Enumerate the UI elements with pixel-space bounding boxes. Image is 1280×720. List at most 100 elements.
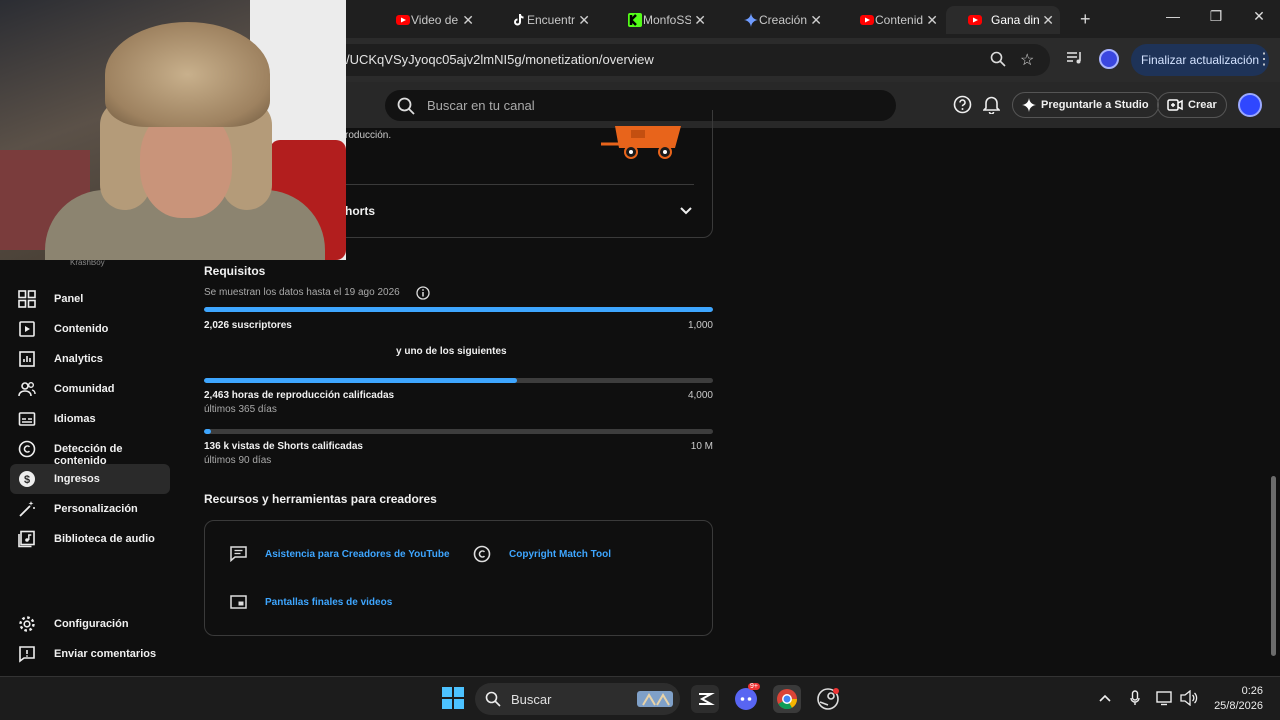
subscribers-progress-fill [204,307,713,312]
sidebar-item-analytics[interactable]: Analytics [10,344,170,374]
taskbar-search[interactable]: Buscar [475,683,680,715]
sidebar-item-earn[interactable]: $ Ingresos [10,464,170,494]
search-icon [485,691,501,707]
discord-badge: 9+ [748,683,760,690]
one-of-following: y uno de los siguientes [396,346,507,357]
microphone-icon[interactable] [1130,690,1140,706]
taskbar-app-steam-icon[interactable] [814,685,842,713]
network-icon[interactable] [1156,690,1174,706]
window-close-icon[interactable]: ✕ [1249,8,1269,25]
svg-text:$: $ [24,474,30,486]
browser-tab[interactable]: Contenido ✕ [830,6,944,34]
shorts-expander-label[interactable]: horts [345,204,375,218]
end-screens-link[interactable]: Pantallas finales de videos [265,597,392,608]
restore-icon[interactable]: ❐ [1206,8,1226,25]
volume-icon[interactable] [1180,690,1198,706]
gear-icon [19,616,35,632]
ask-studio-button[interactable]: Preguntarle a Studio [1012,92,1159,118]
sidebar-item-community[interactable]: Comunidad [10,374,170,404]
sidebar-item-panel[interactable]: Panel [10,284,170,314]
end-screen-icon [230,595,247,609]
shorts-views-goal: 10 M [690,441,713,452]
subscribers-goal: 1,000 [687,320,713,331]
analytics-icon [19,351,35,367]
page-scrollbar[interactable] [1271,476,1276,656]
media-controls-icon[interactable] [1066,50,1084,66]
windows-start-icon[interactable] [442,687,464,709]
create-button[interactable]: Crear [1157,92,1227,118]
sidebar-item-audio-library[interactable]: Biblioteca de audio [10,524,170,554]
notifications-bell-icon[interactable] [983,95,1000,114]
feedback-icon [19,646,35,663]
sidebar-item-feedback[interactable]: Enviar comentarios [10,639,170,669]
dashboard-icon [18,290,36,308]
dollar-icon: $ [19,471,35,487]
browser-tab[interactable]: Video de ✕ [366,6,480,34]
close-icon[interactable]: ✕ [810,12,822,29]
minimize-icon[interactable]: — [1163,8,1183,24]
clock-date[interactable]: 25/8/2026 [1203,700,1263,712]
search-highlight-icon [637,691,673,707]
subscribers-progress-bar [204,307,713,312]
browser-tab[interactable]: MonfoSSE ✕ [598,6,712,34]
kick-icon [628,13,642,27]
chevron-down-icon[interactable] [679,206,693,216]
clock-time[interactable]: 0:26 [1203,685,1263,697]
info-icon[interactable] [416,286,430,300]
watch-hours-goal: 4,000 [687,390,713,401]
sidebar-item-content-detection[interactable]: Detección de contenido [10,434,170,467]
sidebar-item-customization[interactable]: Personalización [10,494,170,524]
new-tab-button[interactable]: + [1080,9,1091,30]
channel-avatar[interactable] [1238,93,1262,117]
shorts-views-count: 136 k vistas de Shorts calificadas [204,441,363,452]
youtube-icon [968,15,982,25]
subscribers-count: 2,026 suscriptores [204,320,292,331]
copyright-icon [18,440,36,458]
magic-wand-icon [19,501,35,517]
shorts-views-progress-fill [204,429,211,434]
copyright-match-tool-link[interactable]: Copyright Match Tool [509,549,611,560]
watch-hours-progress-fill [204,378,518,383]
address-bar[interactable]: /UCKqVSyJyoqc05ajv2lmNI5g/monetization/o… [300,44,1050,76]
community-icon [18,382,36,397]
tray-chevron-up-icon[interactable] [1099,693,1111,703]
creator-support-link[interactable]: Asistencia para Creadores de YouTube [265,549,450,560]
tiktok-icon [514,13,524,26]
browser-tab-active[interactable]: Gana dine ✕ [946,6,1060,34]
taskbar-app-discord-icon[interactable]: 9+ [732,683,760,713]
zoom-icon[interactable] [990,51,1006,67]
browser-profile-avatar[interactable] [1099,49,1119,69]
youtube-icon [860,15,874,25]
sparkle-icon [1022,98,1036,112]
audio-library-icon [18,530,35,548]
sidebar-item-languages[interactable]: Idiomas [10,404,170,434]
content-play-icon [19,321,35,337]
divider [345,184,694,185]
close-icon[interactable]: ✕ [1042,12,1054,29]
create-video-icon [1167,99,1183,111]
webcam-overlay [0,0,346,260]
bookmark-star-icon[interactable]: ☆ [1020,50,1034,70]
close-icon[interactable]: ✕ [926,12,938,29]
sidebar-item-settings[interactable]: Configuración [10,609,170,639]
subtitles-icon [18,412,36,426]
requirements-title: Requisitos [204,264,266,278]
gemini-icon [744,13,758,27]
url-text[interactable]: /UCKqVSyJyoqc05ajv2lmNI5g/monetization/o… [346,52,654,67]
close-icon[interactable]: ✕ [694,12,706,29]
watch-hours-progress-bar [204,378,713,383]
taskbar-app-chrome-icon[interactable] [773,685,801,713]
shorts-views-period: últimos 90 días [204,455,272,466]
cart-illustration-icon [601,126,681,159]
watch-hours-period: últimos 365 días [204,404,277,415]
browser-tab[interactable]: Creación ✕ [714,6,828,34]
more-menu-icon[interactable]: ⋮ [1256,49,1272,69]
resources-title: Recursos y herramientas para creadores [204,492,437,506]
update-button[interactable]: Finalizar actualización [1131,44,1270,76]
close-icon[interactable]: ✕ [578,12,590,29]
help-icon[interactable] [953,95,972,114]
browser-tab[interactable]: Encuentra ✕ [482,6,596,34]
taskbar-app-capcut-icon[interactable] [691,685,719,713]
sidebar-item-content[interactable]: Contenido [10,314,170,344]
close-icon[interactable]: ✕ [462,12,474,29]
